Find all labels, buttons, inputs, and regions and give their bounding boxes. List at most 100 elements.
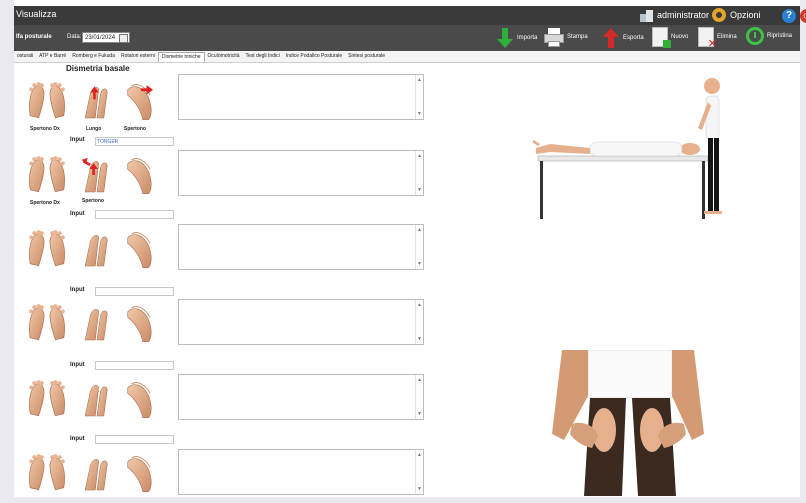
user-menu[interactable]: administrator xyxy=(639,8,709,22)
gear-icon xyxy=(712,8,726,22)
restore-button[interactable]: Ripristina xyxy=(746,27,792,45)
feet-soles-image[interactable] xyxy=(24,228,70,270)
title-bar: Visualizza administrator Opzioni ? ⏻ xyxy=(14,6,806,25)
new-button[interactable]: Nuovo xyxy=(652,27,689,48)
notes-textarea-2[interactable]: ▲ ▼ xyxy=(178,150,424,196)
options-label: Opzioni xyxy=(730,10,761,20)
calendar-icon[interactable] xyxy=(119,34,128,43)
measurement-row-5 xyxy=(24,378,164,420)
input-label-2: Input xyxy=(70,211,85,217)
input-label-3: Input xyxy=(70,287,85,293)
help-icon[interactable]: ? xyxy=(782,9,796,23)
delete-label: Elimina xyxy=(717,34,737,40)
notes-textarea-6[interactable]: ▲ ▼ xyxy=(178,449,424,495)
input-field-5[interactable] xyxy=(95,435,174,444)
print-button[interactable]: Stampa xyxy=(544,27,588,47)
foot-tilt-image[interactable] xyxy=(124,228,154,270)
date-field[interactable]: 23/01/2024 xyxy=(82,32,130,43)
delete-button[interactable]: ✕ Elimina xyxy=(698,27,737,50)
input-field-2[interactable] xyxy=(95,210,174,219)
feet-soles-image[interactable]: Spertono Dx xyxy=(24,154,70,206)
user-name: administrator xyxy=(657,10,710,20)
measurement-row-6 xyxy=(24,452,164,494)
measurement-row-1: Spertono Dx Lungo Spertono xyxy=(24,80,164,132)
tab-sintesi-posturale[interactable]: Sintesi posturale xyxy=(345,51,388,62)
feet-legs-image[interactable]: Lungo xyxy=(80,80,114,132)
foot-label-left: Spertono Dx xyxy=(30,126,60,132)
delete-document-icon: ✕ xyxy=(698,27,717,50)
measurement-row-2: Spertono Dx Spertono xyxy=(24,154,164,206)
feet-legs-image[interactable]: Spertono xyxy=(80,154,114,204)
user-icon xyxy=(639,8,653,22)
feet-soles-image[interactable]: Spertono Dx xyxy=(24,80,70,132)
date-value: 23/01/2024 xyxy=(85,35,116,41)
input-label-1: Input xyxy=(70,137,85,143)
export-button[interactable]: Esporta xyxy=(602,27,644,49)
foot-tilt-image[interactable] xyxy=(124,302,154,344)
options-button[interactable]: Opzioni xyxy=(712,8,761,22)
foot-label-left: Spertono Dx xyxy=(30,200,60,206)
tab-rotatori-esterni[interactable]: Rotatori esterni xyxy=(118,51,158,62)
tab-posturali[interactable]: osturali xyxy=(14,51,36,62)
tab-dismetrie-toniche[interactable]: Dismetrie toniche xyxy=(157,52,205,62)
tab-romberg-fukuda[interactable]: Romberg e Fukuda xyxy=(69,51,118,62)
printer-icon xyxy=(544,27,564,47)
new-document-icon xyxy=(652,27,671,48)
export-label: Esporta xyxy=(623,35,644,41)
import-button[interactable]: Importa xyxy=(496,27,537,49)
restore-label: Ripristina xyxy=(767,33,793,39)
toolbar: Ifa posturale Data: 23/01/2024 Importa S… xyxy=(14,25,800,51)
feet-legs-image[interactable] xyxy=(80,378,114,420)
notes-textarea-5[interactable]: ▲ ▼ xyxy=(178,374,424,420)
restore-clock-icon xyxy=(746,27,764,45)
feet-soles-image[interactable] xyxy=(24,378,70,420)
window-title: Visualizza xyxy=(16,9,57,19)
feet-soles-image[interactable] xyxy=(24,452,70,494)
window-right-frame xyxy=(800,0,806,503)
input-field-1[interactable]: TONGER xyxy=(95,137,174,146)
new-label: Nuovo xyxy=(671,34,689,40)
date-label: Data: xyxy=(67,34,82,40)
supine-test-illustration xyxy=(532,78,722,219)
tab-atp-barre[interactable]: ATP e Barré xyxy=(36,51,69,62)
section-title: Ifa posturale xyxy=(16,34,52,40)
window-bottom-frame xyxy=(0,497,806,503)
feet-soles-image[interactable] xyxy=(24,302,70,344)
input-label-4: Input xyxy=(70,362,85,368)
foot-tilt-image[interactable] xyxy=(124,378,154,420)
feet-legs-image[interactable] xyxy=(80,228,114,270)
measurement-row-4 xyxy=(24,302,164,344)
foot-tilt-image[interactable] xyxy=(124,452,154,494)
input-field-3[interactable] xyxy=(95,287,174,296)
foot-label-middle: Lungo xyxy=(86,126,102,132)
input-field-4[interactable] xyxy=(95,361,174,370)
tab-strip: osturali ATP e Barré Romberg e Fukuda Ro… xyxy=(14,51,800,63)
foot-tilt-image[interactable]: Spertono xyxy=(124,80,154,132)
notes-textarea-4[interactable]: ▲ ▼ xyxy=(178,299,424,345)
foot-tilt-image[interactable] xyxy=(124,154,154,196)
tab-indice-podalico[interactable]: Indice Podalico Posturale xyxy=(283,51,345,62)
feet-legs-image[interactable] xyxy=(80,302,114,344)
measurement-row-3 xyxy=(24,228,164,270)
arrow-up-red-icon xyxy=(602,27,620,49)
notes-textarea-3[interactable]: ▲ ▼ xyxy=(178,224,424,270)
scrollbar[interactable]: ▲ ▼ xyxy=(415,75,423,119)
section-heading: Dismetria basale xyxy=(66,64,130,73)
tab-oculomotricita[interactable]: Oculomotricità xyxy=(205,51,243,62)
scrollbar[interactable]: ▲ ▼ xyxy=(415,225,423,269)
scrollbar[interactable]: ▲ ▼ xyxy=(415,450,423,494)
input-label-5: Input xyxy=(70,436,85,442)
feet-check-illustration xyxy=(552,350,704,496)
window-left-frame xyxy=(0,0,14,503)
scrollbar[interactable]: ▲ ▼ xyxy=(415,151,423,195)
notes-textarea-1[interactable]: ▲ ▼ xyxy=(178,74,424,120)
feet-legs-image[interactable] xyxy=(80,452,114,494)
foot-label-middle: Spertono xyxy=(82,198,104,204)
scrollbar[interactable]: ▲ ▼ xyxy=(415,375,423,419)
tab-test-indici[interactable]: Test degli Indici xyxy=(243,51,283,62)
scrollbar[interactable]: ▲ ▼ xyxy=(415,300,423,344)
print-label: Stampa xyxy=(567,34,588,40)
import-label: Importa xyxy=(517,35,538,41)
foot-label-right: Spertono xyxy=(124,126,146,132)
arrow-down-green-icon xyxy=(496,27,514,49)
